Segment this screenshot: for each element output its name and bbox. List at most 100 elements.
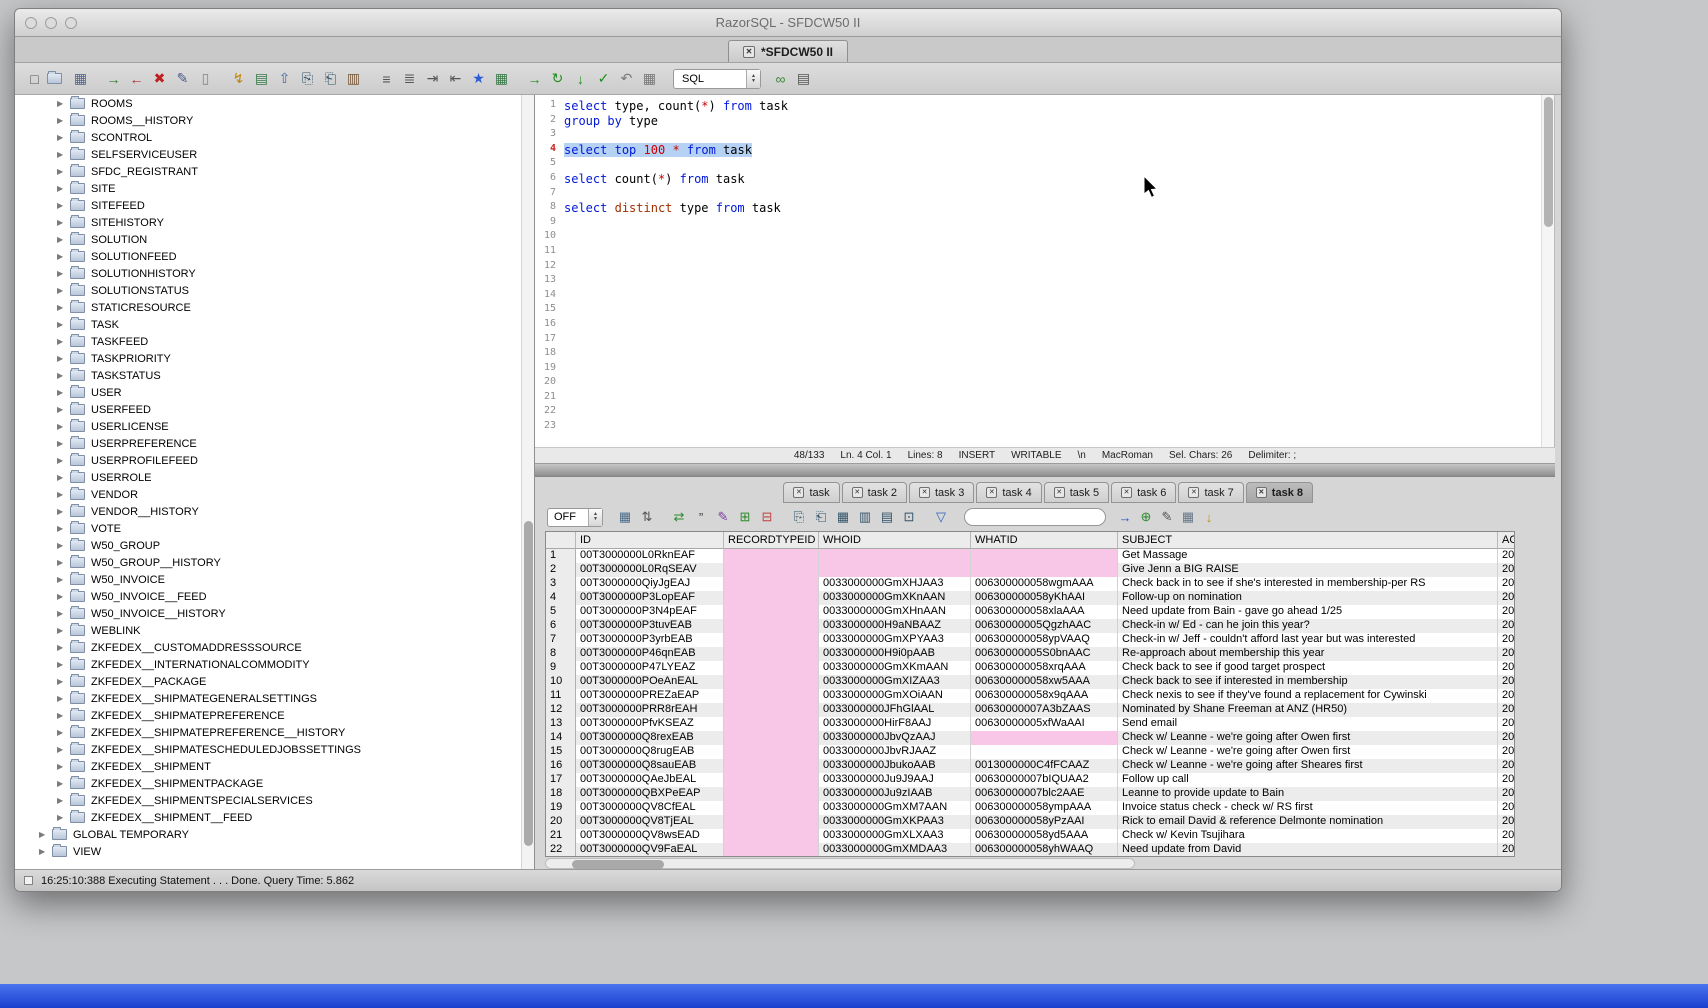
fetch-more-icon[interactable]: ↓	[571, 69, 590, 88]
cell-id[interactable]: 00T3000000P3tuvEAB	[576, 619, 724, 633]
code-line[interactable]	[564, 216, 1554, 231]
result-tab-task[interactable]: ✕task	[783, 482, 839, 503]
cell-id[interactable]: 00T3000000P3LopEAF	[576, 591, 724, 605]
cell-recordtypeid[interactable]	[724, 787, 819, 801]
cell-subject[interactable]: Check back to see if good target prospec…	[1118, 661, 1498, 675]
close-icon[interactable]: ✕	[743, 46, 755, 58]
cell-whatid[interactable]: 00630000005QgzhAAC	[971, 619, 1118, 633]
code-line[interactable]: select type, count(*) from task	[564, 99, 1554, 114]
tree-item[interactable]: ▶SITEHISTORY	[15, 214, 534, 231]
cell-id[interactable]: 00T3000000Q8rugEAB	[576, 745, 724, 759]
cell-whoid[interactable]: 0033000000GmXKnAAN	[819, 591, 971, 605]
cell-subject[interactable]: Get Massage	[1118, 549, 1498, 563]
tree-item[interactable]: ▶ROOMS__HISTORY	[15, 112, 534, 129]
copy-row-icon[interactable]: ⎗	[812, 508, 830, 526]
cell-whoid[interactable]	[819, 563, 971, 577]
row-number[interactable]: 11	[546, 689, 576, 703]
format-sql-icon[interactable]: ≡	[377, 69, 396, 88]
result-tab-task-4[interactable]: ✕task 4	[976, 482, 1041, 503]
cell-subject[interactable]: Leanne to provide update to Bain	[1118, 787, 1498, 801]
cell-recordtypeid[interactable]	[724, 759, 819, 773]
disclosure-triangle-icon[interactable]: ▶	[57, 779, 70, 788]
tree-item[interactable]: ▶GLOBAL TEMPORARY	[15, 826, 534, 843]
cell-id[interactable]: 00T3000000L0RknEAF	[576, 549, 724, 563]
tree-item[interactable]: ▶ZKFEDEX__SHIPMATEPREFERENCE__HISTORY	[15, 724, 534, 741]
cell-ac[interactable]: 200	[1498, 563, 1515, 577]
result-tab-task-3[interactable]: ✕task 3	[909, 482, 974, 503]
disclosure-triangle-icon[interactable]: ▶	[57, 575, 70, 584]
disclosure-triangle-icon[interactable]: ▶	[57, 371, 70, 380]
cell-ac[interactable]: 200	[1498, 661, 1515, 675]
row-number[interactable]: 4	[546, 591, 576, 605]
cell-recordtypeid[interactable]	[724, 843, 819, 857]
cell-ac[interactable]: 200	[1498, 647, 1515, 661]
column-header-id[interactable]: ID	[576, 532, 724, 549]
document-tab[interactable]: ✕ *SFDCW50 II	[728, 40, 848, 62]
tree-item[interactable]: ▶SOLUTIONSTATUS	[15, 282, 534, 299]
cell-subject[interactable]: Check nexis to see if they've found a re…	[1118, 689, 1498, 703]
cell-recordtypeid[interactable]	[724, 647, 819, 661]
disclosure-triangle-icon[interactable]: ▶	[57, 320, 70, 329]
cell-id[interactable]: 00T3000000P3yrbEAB	[576, 633, 724, 647]
code-line[interactable]	[564, 362, 1554, 377]
tree-item[interactable]: ▶ROOMS	[15, 95, 534, 112]
result-tab-task-8[interactable]: ✕task 8	[1246, 482, 1313, 503]
tree-item[interactable]: ▶TASK	[15, 316, 534, 333]
cell-recordtypeid[interactable]	[724, 731, 819, 745]
cell-subject[interactable]: Check w/ Leanne - we're going after Shea…	[1118, 759, 1498, 773]
disclosure-triangle-icon[interactable]: ▶	[57, 337, 70, 346]
tree-item[interactable]: ▶USERPROFILEFEED	[15, 452, 534, 469]
tree-item[interactable]: ▶VIEW	[15, 843, 534, 860]
disclosure-triangle-icon[interactable]: ▶	[57, 354, 70, 363]
code-line[interactable]	[564, 303, 1554, 318]
cell-recordtypeid[interactable]	[724, 703, 819, 717]
outdent-icon[interactable]: ⇤	[446, 69, 465, 88]
cell-subject[interactable]: Check back to see if interested in membe…	[1118, 675, 1498, 689]
code-line[interactable]	[564, 333, 1554, 348]
tree-item[interactable]: ▶ZKFEDEX__SHIPMATEPREFERENCE	[15, 707, 534, 724]
cell-subject[interactable]: Check-in w/ Jeff - couldn't afford last …	[1118, 633, 1498, 647]
tree-item[interactable]: ▶SOLUTION	[15, 231, 534, 248]
cell-whoid[interactable]: 0033000000JFhGlAAL	[819, 703, 971, 717]
results-list-icon[interactable]: ▤	[794, 69, 813, 88]
export-icon[interactable]: ⇧	[275, 69, 294, 88]
tree-item[interactable]: ▶SCONTROL	[15, 129, 534, 146]
row-number[interactable]: 13	[546, 717, 576, 731]
tree-item[interactable]: ▶SOLUTIONFEED	[15, 248, 534, 265]
delete-row-icon[interactable]: ⊟	[758, 508, 776, 526]
cell-id[interactable]: 00T3000000L0RqSEAV	[576, 563, 724, 577]
tree-item[interactable]: ▶VENDOR__HISTORY	[15, 503, 534, 520]
disclosure-triangle-icon[interactable]: ▶	[57, 456, 70, 465]
auto-commit-icon[interactable]: ↻	[548, 69, 567, 88]
results-h-scrollbar[interactable]	[545, 858, 1135, 869]
disclosure-triangle-icon[interactable]: ▶	[57, 677, 70, 686]
disclosure-triangle-icon[interactable]: ▶	[57, 405, 70, 414]
edit-connection-icon[interactable]: ✎	[173, 69, 192, 88]
disclosure-triangle-icon[interactable]: ▶	[57, 796, 70, 805]
disclosure-triangle-icon[interactable]: ▶	[57, 235, 70, 244]
cell-recordtypeid[interactable]	[724, 549, 819, 563]
cell-subject[interactable]: Check w/ Kevin Tsujihara	[1118, 829, 1498, 843]
cell-subject[interactable]: Invoice status check - check w/ RS first	[1118, 801, 1498, 815]
disclosure-triangle-icon[interactable]: ▶	[57, 150, 70, 159]
download-results-icon[interactable]: ↓	[1200, 508, 1218, 526]
disclosure-triangle-icon[interactable]: ▶	[57, 490, 70, 499]
cell-ac[interactable]: 200	[1498, 773, 1515, 787]
cell-whoid[interactable]	[819, 549, 971, 563]
row-number[interactable]: 2	[546, 563, 576, 577]
row-number[interactable]: 17	[546, 773, 576, 787]
code-line[interactable]	[564, 391, 1554, 406]
cell-ac[interactable]: 200	[1498, 591, 1515, 605]
close-icon[interactable]: ✕	[793, 487, 804, 498]
result-tab-task-6[interactable]: ✕task 6	[1111, 482, 1176, 503]
row-number[interactable]: 3	[546, 577, 576, 591]
column-header-ac[interactable]: AC	[1498, 532, 1515, 549]
cell-id[interactable]: 00T3000000QBXPeEAP	[576, 787, 724, 801]
editor-scrollbar[interactable]	[1541, 95, 1554, 447]
tree-item[interactable]: ▶ZKFEDEX__PACKAGE	[15, 673, 534, 690]
indent-icon[interactable]: ⇥	[423, 69, 442, 88]
row-number[interactable]: 12	[546, 703, 576, 717]
cell-id[interactable]: 00T3000000QV9FaEAL	[576, 843, 724, 857]
tree-item[interactable]: ▶SFDC_REGISTRANT	[15, 163, 534, 180]
row-number[interactable]: 5	[546, 605, 576, 619]
